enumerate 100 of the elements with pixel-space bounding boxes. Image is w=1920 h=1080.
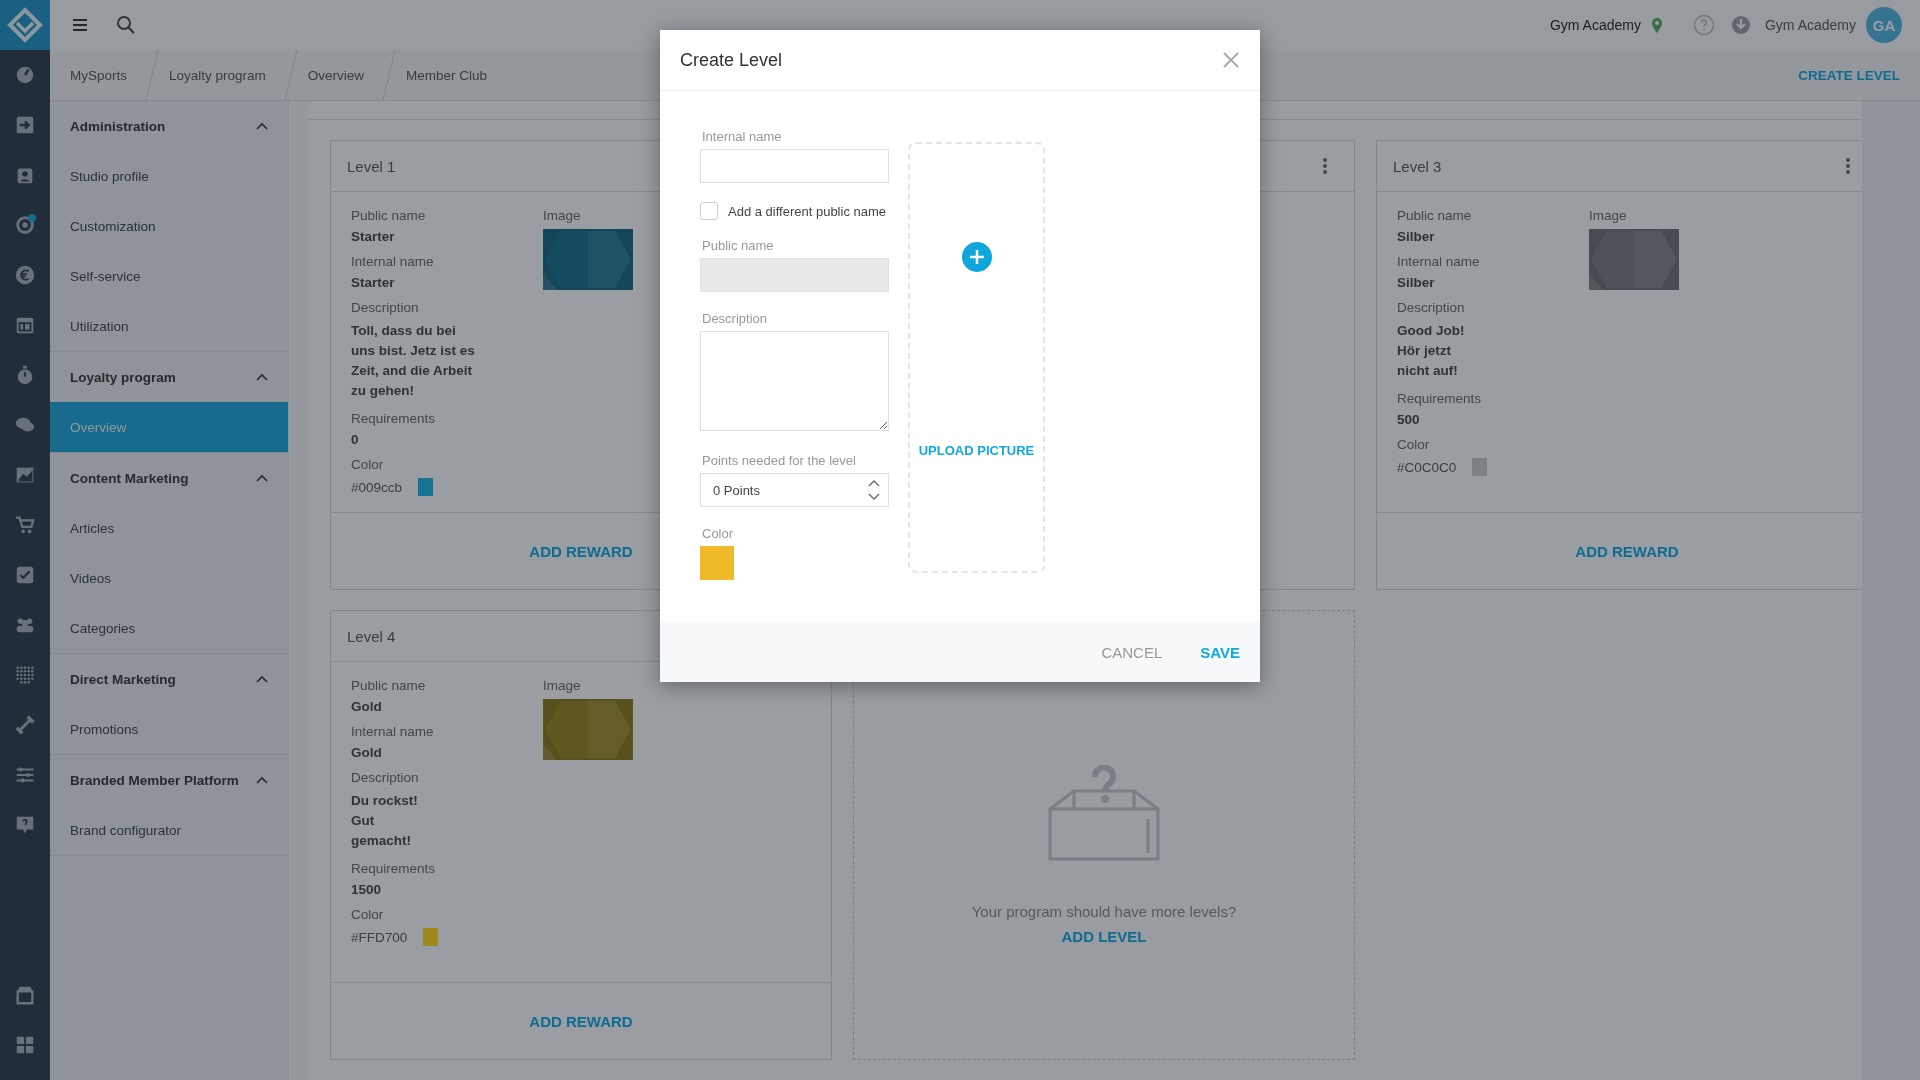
section-title: Direct Marketing (70, 671, 176, 687)
description-input[interactable] (700, 331, 889, 431)
target-icon[interactable] (14, 214, 36, 236)
field-value: 0 (351, 432, 360, 447)
sidebar-item[interactable]: Articles (50, 503, 288, 553)
sidebar-section-header[interactable]: Loyalty program (50, 352, 288, 402)
user-name[interactable]: Gym Academy (1764, 17, 1856, 33)
field-label: Requirements (351, 411, 437, 426)
field-label: Public name (351, 208, 427, 223)
section-title: Loyalty program (70, 369, 176, 385)
close-icon[interactable] (1222, 51, 1240, 69)
sidebar-section-header[interactable]: Branded Member Platform (50, 755, 288, 805)
text-input[interactable] (700, 149, 889, 183)
add-icon[interactable] (961, 242, 992, 272)
checkbox-label[interactable]: Add a different public name (728, 203, 887, 219)
field-label: Description (702, 311, 769, 326)
field-label: Description (1397, 300, 1466, 315)
sidebar-item[interactable]: Studio profile (50, 151, 288, 201)
signin-icon[interactable] (14, 114, 36, 136)
sidebar-section-header[interactable]: Direct Marketing (50, 654, 288, 704)
field-label: Color (702, 526, 735, 541)
search-icon[interactable] (116, 15, 136, 35)
logo[interactable] (0, 0, 50, 50)
studio-selector[interactable]: Gym Academy (1549, 17, 1641, 33)
add-reward-button[interactable]: ADD REWARD (529, 1012, 633, 1030)
sidebar-item[interactable]: Brand configurator (50, 805, 288, 855)
field-label: Color (1397, 437, 1431, 452)
field-label: Points needed for the level (702, 453, 857, 468)
empty-box-icon (1048, 765, 1160, 861)
upload-picture-button[interactable]: UPLOAD PICTURE (918, 443, 1035, 458)
location-pin-icon (1650, 17, 1663, 33)
field-label: Image (543, 208, 582, 223)
dialog-title: Create Level (680, 49, 783, 71)
field-label: Requirements (1397, 391, 1483, 406)
check-icon[interactable] (14, 564, 36, 586)
field-value: 1500 (351, 882, 383, 897)
sidebar-item[interactable]: Utilization (50, 301, 288, 351)
dumbbell-icon[interactable] (14, 714, 36, 736)
field-label: Internal name (1397, 254, 1481, 269)
section-title: Content Marketing (70, 470, 189, 486)
color-picker[interactable] (700, 546, 734, 580)
field-label: Public name (702, 238, 775, 253)
field-value: Toll, dass du bei uns bist. Jetz ist es Zeit, and die Arbeit zu gehen! (351, 322, 476, 400)
level-title: Level 1 (347, 157, 396, 175)
add-reward-button[interactable]: ADD REWARD (1575, 542, 1679, 560)
cancel-button[interactable]: CANCEL (1101, 643, 1163, 661)
sidebar-item[interactable]: Promotions (50, 704, 288, 754)
breadcrumb-link[interactable]: Overview (307, 67, 379, 83)
field-label: Internal name (351, 254, 435, 269)
dots-icon[interactable] (14, 664, 36, 686)
level-title: Level 3 (1393, 157, 1442, 175)
menu-icon[interactable] (72, 18, 88, 32)
breadcrumb-link[interactable]: Loyalty program (169, 67, 280, 83)
field-label: Image (1589, 208, 1628, 223)
field-label: Image (543, 678, 582, 693)
field-value: Good Job! Hör jetzt nicht auf! (1397, 322, 1466, 380)
grid-icon[interactable] (14, 1034, 36, 1056)
field-label: Color (351, 457, 385, 472)
sidebar-item[interactable]: Self-service (50, 251, 288, 301)
empty-message: Your program should have more levels? (971, 903, 1237, 920)
sidebar-item[interactable]: Categories (50, 603, 288, 653)
field-value: Starter (351, 229, 396, 244)
field-value: Gold (351, 699, 383, 714)
stepper-icon[interactable] (868, 479, 880, 501)
more-icon[interactable] (1322, 157, 1328, 175)
color-code: #C0C0C0 (1397, 459, 1457, 475)
field-value: Du rockst! Gut gemacht! (351, 792, 419, 850)
points-input[interactable]: 0 Points (700, 473, 889, 507)
sidebar-item[interactable]: Customization (50, 201, 288, 251)
breadcrumb-link[interactable]: Member Club (406, 67, 502, 83)
field-label: Public name (1397, 208, 1473, 223)
upload-area[interactable]: UPLOAD PICTURE (908, 142, 1045, 573)
download-icon[interactable] (1730, 15, 1751, 35)
sidebar-item[interactable]: Videos (50, 553, 288, 603)
notification-dot (28, 214, 36, 222)
level-title: Level 4 (347, 627, 396, 645)
sidebar-section-header[interactable]: Content Marketing (50, 453, 288, 503)
cart-icon[interactable] (14, 514, 36, 536)
field-label: Description (351, 300, 420, 315)
field-value: Silber (1397, 229, 1436, 244)
help-icon[interactable] (1692, 14, 1715, 36)
field-value: 500 (1397, 412, 1421, 427)
add-reward-button[interactable]: ADD REWARD (529, 542, 633, 560)
field-value: Gold (351, 745, 383, 760)
gauge-icon[interactable] (14, 64, 36, 86)
sidebar-section-header[interactable]: Administration (50, 101, 288, 151)
save-button[interactable]: SAVE (1200, 643, 1240, 661)
field-label: Internal name (702, 129, 783, 144)
section-title: Branded Member Platform (70, 772, 239, 788)
color-code: #FFD700 (351, 929, 408, 945)
color-code: #009ccb (351, 479, 403, 495)
breadcrumb-link[interactable]: MySports (70, 67, 141, 83)
euro-icon[interactable] (14, 264, 36, 286)
store-icon[interactable] (14, 984, 36, 1006)
field-value: Starter (351, 275, 396, 290)
field-label: Requirements (351, 861, 437, 876)
more-icon[interactable] (1845, 157, 1851, 175)
field-label: Internal name (351, 724, 435, 739)
checkbox[interactable] (700, 202, 718, 220)
field-value: Silber (1397, 275, 1436, 290)
